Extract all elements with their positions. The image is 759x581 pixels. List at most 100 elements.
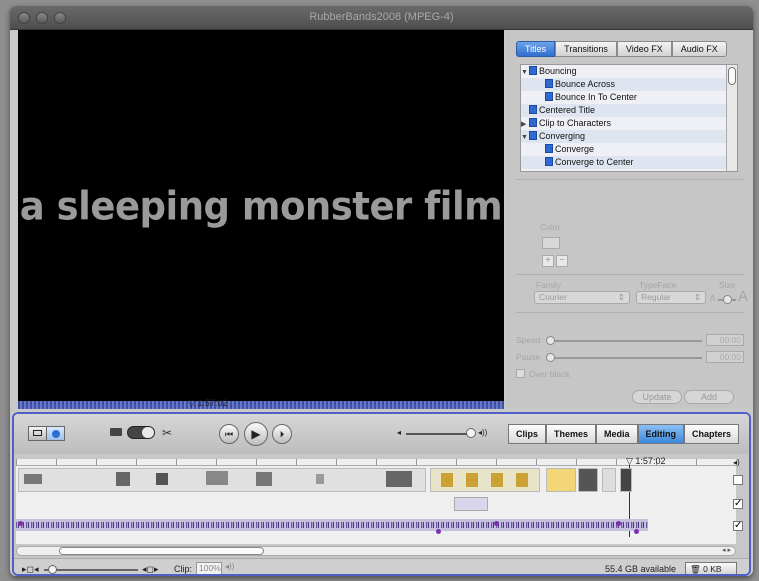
pause-label: Pause: [516, 352, 541, 362]
zoom-slider[interactable]: [44, 569, 138, 571]
pause-slider[interactable]: [546, 357, 702, 359]
volume-point[interactable]: [436, 529, 441, 534]
list-item[interactable]: Bounce In To Center: [521, 91, 737, 104]
video-clip[interactable]: [546, 468, 576, 492]
size-label: Size: [719, 280, 736, 290]
tab-audio-fx[interactable]: Audio FX: [671, 41, 727, 57]
speed-slider[interactable]: [546, 340, 702, 342]
clip-thumbnail: [256, 472, 272, 486]
video-clip[interactable]: [620, 468, 632, 492]
timeline-view-button[interactable]: [46, 426, 65, 441]
tab-themes[interactable]: Themes: [546, 424, 597, 444]
typeface-popup[interactable]: Regular ⇕: [636, 291, 706, 304]
volume-point[interactable]: [634, 529, 639, 534]
tab-transitions[interactable]: Transitions: [555, 41, 617, 57]
clip-thumbnail: [491, 473, 503, 487]
list-item[interactable]: Converge to Center: [521, 156, 737, 169]
list-item[interactable]: Bounce Across: [521, 78, 737, 91]
color-label: Color: [540, 222, 561, 232]
family-label: Family: [536, 280, 562, 290]
speed-field[interactable]: 00:00: [706, 334, 744, 346]
scrubber-playhead-time: ▽ 1:57:02: [188, 398, 228, 408]
divider: [516, 274, 744, 275]
volume-point[interactable]: [494, 521, 499, 526]
clip-view-button[interactable]: [28, 426, 47, 441]
scroll-thumb[interactable]: [728, 67, 736, 85]
tab-editing[interactable]: Editing: [637, 424, 685, 444]
tab-clips[interactable]: Clips: [508, 424, 547, 444]
video-clip[interactable]: [578, 468, 598, 492]
list-item[interactable]: ▼ Bouncing: [521, 65, 737, 78]
clip-thumbnail: [116, 472, 130, 486]
zoom-slider-knob[interactable]: [48, 565, 57, 574]
speaker-icon: ◂): [733, 458, 740, 467]
audio-clip-small[interactable]: [454, 497, 488, 511]
speed-slider-knob[interactable]: [546, 336, 555, 345]
volume-point[interactable]: [18, 521, 23, 526]
clip-thumbnail: [316, 474, 324, 484]
add-button[interactable]: Add: [684, 390, 734, 404]
title-style-icon: [545, 79, 553, 88]
list-item[interactable]: ▶ Clip to Characters: [521, 117, 737, 130]
pause-slider-knob[interactable]: [546, 353, 555, 362]
trash-icon: 🗑: [690, 564, 701, 574]
tab-chapters[interactable]: Chapters: [684, 424, 740, 444]
title-style-icon: [545, 144, 553, 153]
tab-video-fx[interactable]: Video FX: [616, 41, 672, 57]
title-overlay-text: a sleeping monster film: [19, 183, 503, 230]
volume-slider-knob[interactable]: [466, 428, 476, 438]
clip-thumbnail: [466, 473, 478, 487]
over-black-checkbox[interactable]: [516, 369, 525, 378]
clip-volume-field[interactable]: 100%: [196, 562, 222, 574]
timeline[interactable]: ▽ 1:57:02: [16, 456, 736, 544]
timeline-scrollbar[interactable]: ◂ ▸: [16, 546, 736, 556]
pause-field[interactable]: 00:00: [706, 351, 744, 363]
list-item[interactable]: Centered Title: [521, 104, 737, 117]
pane-buttons: Clips Themes Media Editing Chapters: [508, 424, 740, 444]
audio-track-1-checkbox[interactable]: ✓: [733, 499, 743, 509]
family-popup[interactable]: Courier ⇕: [534, 291, 630, 304]
scroll-arrows-icon[interactable]: ◂ ▸: [722, 546, 731, 554]
color-swatch[interactable]: [542, 237, 560, 249]
window-title: RubberBands2008 (MPEG-4): [309, 11, 454, 23]
size-slider-knob[interactable]: [723, 295, 732, 304]
camera-mode-switch[interactable]: [127, 426, 155, 439]
title-style-icon: [529, 66, 537, 75]
remove-color-button[interactable]: −: [556, 255, 568, 267]
video-track-checkbox[interactable]: [733, 475, 743, 485]
scissors-icon[interactable]: ✂: [162, 426, 172, 440]
video-clip[interactable]: [602, 468, 616, 492]
trash-button[interactable]: 🗑 0 KB: [685, 562, 737, 574]
play-fullscreen-button[interactable]: ⏵: [272, 424, 292, 444]
zoom-large-icon: ◂◻▸: [142, 564, 159, 574]
volume-point[interactable]: [616, 521, 621, 526]
clip-thumbnail: [441, 473, 453, 487]
update-button[interactable]: Update: [632, 390, 682, 404]
play-button[interactable]: ▶: [244, 422, 268, 446]
list-item[interactable]: Converge: [521, 143, 737, 156]
title-style-icon: [529, 105, 537, 114]
scrubber-bar[interactable]: [18, 401, 504, 409]
divider: [516, 179, 744, 180]
disk-available: 55.4 GB available: [605, 564, 677, 574]
title-style-icon: [529, 131, 537, 140]
size-small-icon: A: [710, 294, 716, 303]
tab-media[interactable]: Media: [596, 424, 638, 444]
film-icon: [33, 430, 42, 436]
transport-bar: ✂ ⏮ ▶ ⏵ ◂ ◂)) Clips Themes Media Editing…: [14, 414, 749, 454]
video-viewer[interactable]: a sleeping monster film: [18, 30, 504, 403]
clip-thumbnail: [206, 471, 228, 485]
list-item[interactable]: ▼ Converging: [521, 130, 737, 143]
title-style-icon: [545, 157, 553, 166]
effects-tabs: Titles Transitions Video FX Audio FX: [516, 41, 727, 57]
title-style-icon: [545, 92, 553, 101]
timeline-scroll-thumb[interactable]: [59, 547, 264, 555]
titles-scrollbar[interactable]: [726, 65, 737, 171]
volume-slider[interactable]: [406, 433, 468, 435]
rewind-button[interactable]: ⏮: [219, 424, 239, 444]
clip-speaker-icon[interactable]: ◂)): [225, 562, 234, 571]
zoom-small-icon: ▸◻◂: [22, 564, 39, 574]
audio-track-2-checkbox[interactable]: ✓: [733, 521, 743, 531]
add-color-button[interactable]: +: [542, 255, 554, 267]
tab-titles[interactable]: Titles: [516, 41, 556, 57]
